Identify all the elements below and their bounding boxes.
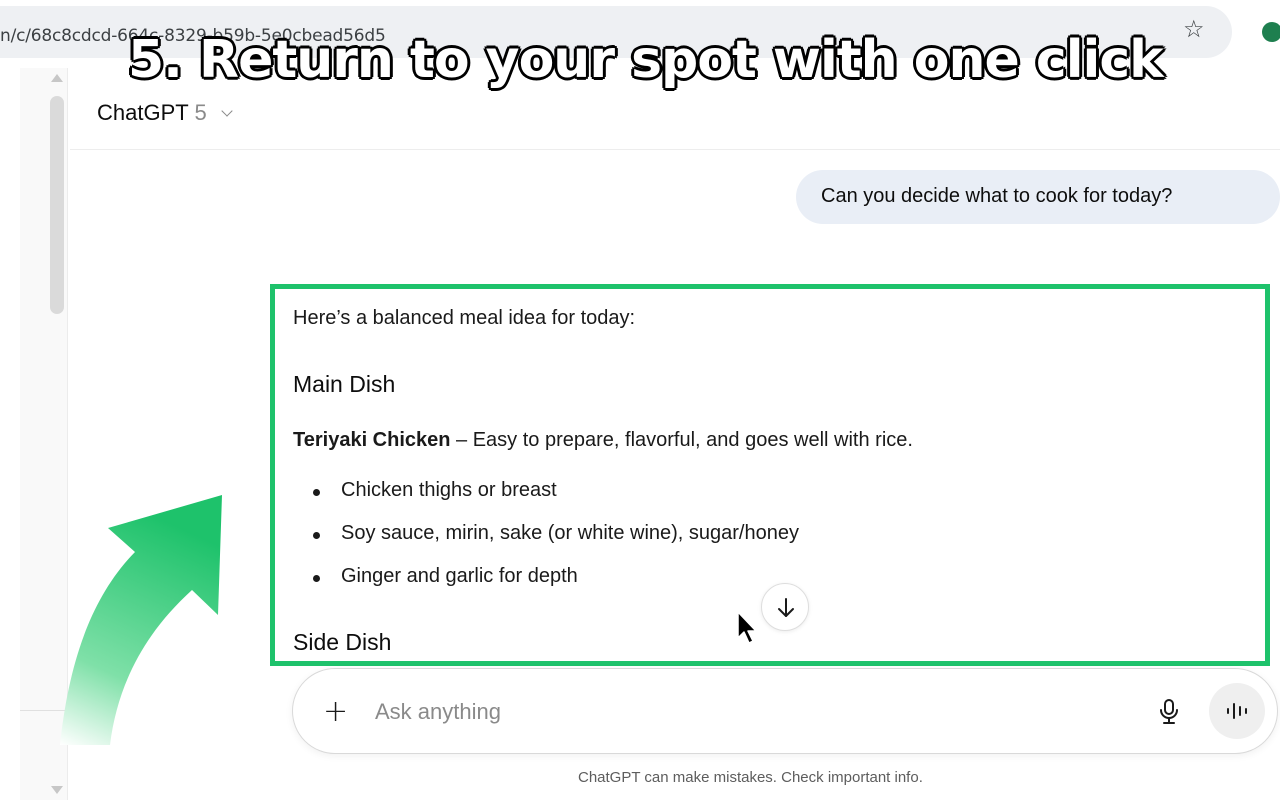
composer: + [292,668,1278,754]
arrow-down-icon [778,598,794,617]
list-item: Soy sauce, mirin, sake (or white wine), … [293,522,799,565]
plus-icon[interactable]: + [323,697,348,727]
dish-line: Teriyaki Chicken – Easy to prepare, flav… [293,429,913,452]
ingredient-list: Chicken thighs or breast Soy sauce, miri… [293,479,799,608]
tutorial-caption: 5. Return to your spot with one click [128,30,1164,90]
dish-name: Teriyaki Chicken [293,429,451,451]
model-name: ChatGPT [97,100,189,125]
chevron-down-icon [221,105,233,117]
extension-icon[interactable] [1262,22,1280,42]
list-item: Chicken thighs or breast [293,479,799,522]
disclaimer-text: ChatGPT can make mistakes. Check importa… [578,769,923,786]
user-message-text: Can you decide what to cook for today? [821,185,1173,207]
voice-mode-button[interactable] [1209,683,1265,739]
scroll-to-bottom-button[interactable] [761,583,809,631]
model-version: 5 [194,100,207,125]
microphone-icon[interactable] [1157,698,1181,726]
main-dish-heading: Main Dish [293,371,396,397]
dish-description: – Easy to prepare, flavorful, and goes w… [450,429,913,451]
screen: n/c/68c8cdcd-664c-8329-b59b-5e0cbead56d5… [0,0,1280,800]
model-selector[interactable]: ChatGPT 5 [97,100,233,126]
scroll-down-arrow-icon[interactable] [51,786,63,794]
user-message-bubble: Can you decide what to cook for today? [796,170,1280,224]
scrollbar-thumb[interactable] [50,96,64,314]
scroll-up-arrow-icon[interactable] [51,74,63,82]
side-dish-heading: Side Dish [293,629,392,655]
response-intro: Here’s a balanced meal idea for today: [293,307,636,329]
list-item: Ginger and garlic for depth [293,565,799,608]
mouse-cursor-icon [737,611,757,644]
prompt-input[interactable] [375,697,1075,727]
star-icon[interactable]: ☆ [1183,17,1205,41]
waveform-icon [1227,703,1247,719]
chat-header: ChatGPT 5 [70,80,1280,150]
curved-arrow-icon [60,495,222,745]
